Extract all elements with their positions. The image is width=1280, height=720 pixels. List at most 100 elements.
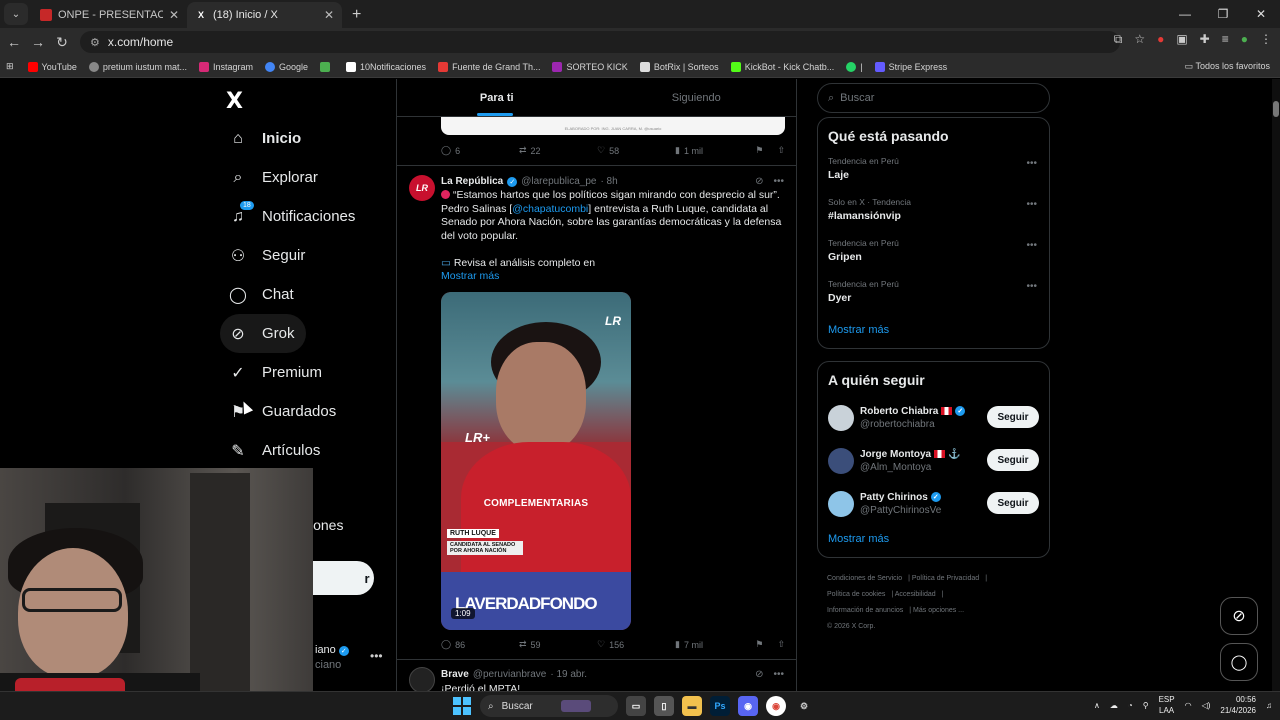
footer-link-privacy[interactable]: Política de Privacidad bbox=[912, 575, 979, 582]
sidebar-item-grok[interactable]: ⊘ Grok bbox=[220, 314, 306, 353]
x-logo[interactable]: X bbox=[226, 89, 243, 114]
post-time[interactable]: · 8h bbox=[600, 176, 617, 187]
mention-link[interactable]: @chapatucombi bbox=[512, 203, 588, 215]
taskbar-search[interactable]: ⌕ Buscar bbox=[480, 695, 618, 717]
bookmark-kickbot[interactable]: KickBot - Kick Chatb... bbox=[730, 61, 834, 72]
follow-button[interactable]: Seguir bbox=[987, 492, 1039, 514]
bookmark-google[interactable]: Google bbox=[264, 61, 308, 72]
avatar[interactable] bbox=[828, 447, 854, 474]
tab-para-ti[interactable]: Para ti bbox=[397, 79, 597, 116]
browser-tab-x[interactable]: X (18) Inicio / X ✕ bbox=[187, 2, 342, 28]
show-more-link[interactable]: Mostrar más bbox=[441, 270, 499, 282]
follow-suggestion[interactable]: Jorge Montoya ⚓ @Alm_Montoya Seguir bbox=[818, 439, 1049, 482]
bookmark-stripe[interactable]: Stripe Express bbox=[874, 61, 947, 72]
minimize-icon[interactable]: — bbox=[1166, 0, 1204, 28]
views-button[interactable]: ▮ 1 mil bbox=[675, 145, 745, 156]
sidebar-item-guardados[interactable]: ⚑ Guardados bbox=[220, 392, 363, 431]
repost-button[interactable]: ⇄ 59 bbox=[519, 639, 597, 650]
views-button[interactable]: ▮ 7 mil bbox=[675, 639, 745, 650]
avatar[interactable] bbox=[828, 490, 854, 517]
notification-bell-icon[interactable]: ♫ bbox=[1266, 701, 1272, 710]
post-author[interactable]: Brave bbox=[441, 669, 469, 680]
language-indicator[interactable]: ESP LAA bbox=[1159, 694, 1175, 716]
post-author[interactable]: La República bbox=[441, 176, 503, 187]
footer-link-ads[interactable]: Información de anuncios bbox=[827, 607, 903, 614]
post-handle[interactable]: @larepublica_pe bbox=[521, 176, 596, 187]
grok-floating-button[interactable]: ⊘ bbox=[1220, 597, 1258, 635]
tray-app-icon[interactable]: ☁ bbox=[1110, 701, 1118, 710]
account-switcher[interactable]: iano ✓ ciano bbox=[315, 644, 349, 671]
trends-show-more[interactable]: Mostrar más bbox=[818, 316, 1049, 348]
bookmark-grand-theft[interactable]: Fuente de Grand Th... bbox=[438, 61, 540, 72]
post-avatar[interactable]: LR bbox=[409, 175, 435, 201]
photoshop-icon[interactable]: Ps bbox=[710, 696, 730, 716]
reply-button[interactable]: ◯ 86 bbox=[441, 639, 519, 650]
footer-link-terms[interactable]: Condiciones de Servicio bbox=[827, 575, 902, 582]
windows-start-icon[interactable] bbox=[452, 696, 472, 716]
search-input[interactable]: ⌕ Buscar bbox=[817, 83, 1050, 113]
bookmark-extension[interactable] bbox=[320, 61, 334, 72]
footer-link-cookies[interactable]: Política de cookies bbox=[827, 591, 885, 598]
grok-icon[interactable]: ⊘ bbox=[755, 669, 763, 680]
bookmark-icon[interactable]: ⚑ bbox=[755, 639, 763, 650]
sidebar-item-premium[interactable]: ✓ Premium bbox=[220, 353, 363, 392]
apps-icon[interactable]: ⊞ bbox=[6, 61, 14, 72]
share-icon[interactable]: ⇧ bbox=[777, 639, 785, 650]
more-icon[interactable]: ••• bbox=[1026, 199, 1037, 210]
extension-icon[interactable]: ▣ bbox=[1176, 32, 1187, 47]
follow-button[interactable]: Seguir bbox=[987, 449, 1039, 471]
chat-floating-button[interactable]: ◯ bbox=[1220, 643, 1258, 681]
sidebar-item-notificaciones[interactable]: ♫ 18 Notificaciones bbox=[220, 197, 363, 236]
follow-show-more[interactable]: Mostrar más bbox=[818, 525, 1049, 557]
more-icon[interactable]: ••• bbox=[1026, 281, 1037, 292]
all-bookmarks[interactable]: ▭ Todos los favoritos bbox=[1185, 61, 1270, 72]
bookmark-sorteo-kick[interactable]: SORTEO KICK bbox=[552, 61, 628, 72]
discord-icon[interactable]: ◉ bbox=[738, 696, 758, 716]
chrome-icon[interactable]: ◉ bbox=[766, 696, 786, 716]
close-tab-icon[interactable]: ✕ bbox=[169, 8, 179, 22]
like-button[interactable]: ♡ 156 bbox=[597, 639, 675, 650]
app-settings-icon[interactable]: ⚙ bbox=[794, 696, 814, 716]
sidebar-item-more-options[interactable]: iones bbox=[310, 517, 343, 533]
tray-network-icon[interactable]: ◔ bbox=[1128, 701, 1133, 710]
account-more-icon[interactable]: ••• bbox=[370, 649, 383, 663]
sidebar-item-explorar[interactable]: ⌕ Explorar bbox=[220, 158, 363, 197]
taskbar-clock[interactable]: 00:56 21/4/2026 bbox=[1220, 694, 1256, 716]
reply-button[interactable]: ◯ 6 bbox=[441, 145, 519, 156]
file-explorer-icon[interactable]: ▬ bbox=[682, 696, 702, 716]
reading-list-icon[interactable]: ≡ bbox=[1222, 32, 1229, 47]
post-time[interactable]: · 19 abr. bbox=[550, 669, 587, 680]
extension-red-icon[interactable]: ● bbox=[1157, 32, 1164, 47]
profile-avatar-icon[interactable]: ● bbox=[1241, 32, 1248, 47]
bookmark-whatsapp[interactable]: | bbox=[846, 61, 863, 72]
post-video[interactable]: LR LR+ COMPLEMENTARIAS RUTH LUQUE CANDID… bbox=[441, 292, 631, 630]
scrollbar-thumb[interactable] bbox=[1273, 101, 1279, 117]
back-icon[interactable]: ← bbox=[2, 34, 26, 50]
volume-icon[interactable]: ◁) bbox=[1202, 701, 1211, 710]
previous-post-image[interactable]: ELABORADO POR: ING. JUAN CARRA, M. @usua… bbox=[441, 117, 785, 135]
close-tab-icon[interactable]: ✕ bbox=[324, 8, 334, 22]
new-tab-icon[interactable]: + bbox=[352, 6, 361, 24]
trend-item[interactable]: Tendencia en Perú Gripen ••• bbox=[818, 234, 1049, 275]
sidebar-item-inicio[interactable]: ⌂ Inicio bbox=[220, 119, 363, 158]
forward-icon[interactable]: → bbox=[26, 34, 50, 50]
footer-link-more[interactable]: Más opciones ... bbox=[913, 607, 964, 614]
puzzle-icon[interactable]: ✚ bbox=[1200, 32, 1210, 47]
avatar[interactable] bbox=[828, 404, 854, 431]
trend-item[interactable]: Solo en X · Tendencia #lamansiónvip ••• bbox=[818, 193, 1049, 234]
bookmark-icon[interactable]: ⚑ bbox=[755, 145, 763, 156]
more-icon[interactable]: ••• bbox=[773, 669, 784, 680]
grok-icon[interactable]: ⊘ bbox=[755, 176, 763, 187]
bookmark-youtube[interactable]: YouTube bbox=[27, 61, 77, 72]
share-icon[interactable]: ⇧ bbox=[777, 145, 785, 156]
reload-icon[interactable]: ↻ bbox=[50, 34, 74, 51]
follow-button[interactable]: Seguir bbox=[987, 406, 1039, 428]
page-scrollbar[interactable] bbox=[1272, 79, 1280, 691]
bookmark-botrix[interactable]: BotRix | Sorteos bbox=[639, 61, 719, 72]
follow-suggestion[interactable]: Roberto Chiabra ✓ @robertochiabra Seguir bbox=[818, 396, 1049, 439]
site-info-icon[interactable]: ⚙ bbox=[90, 36, 100, 49]
footer-link-accessibility[interactable]: Accesibilidad bbox=[895, 591, 936, 598]
url-bar[interactable]: ⚙ x.com/home bbox=[80, 31, 1120, 53]
sidebar-item-articulos[interactable]: ✎ Artículos bbox=[220, 431, 363, 470]
sidebar-item-chat[interactable]: ◯ Chat bbox=[220, 275, 363, 314]
